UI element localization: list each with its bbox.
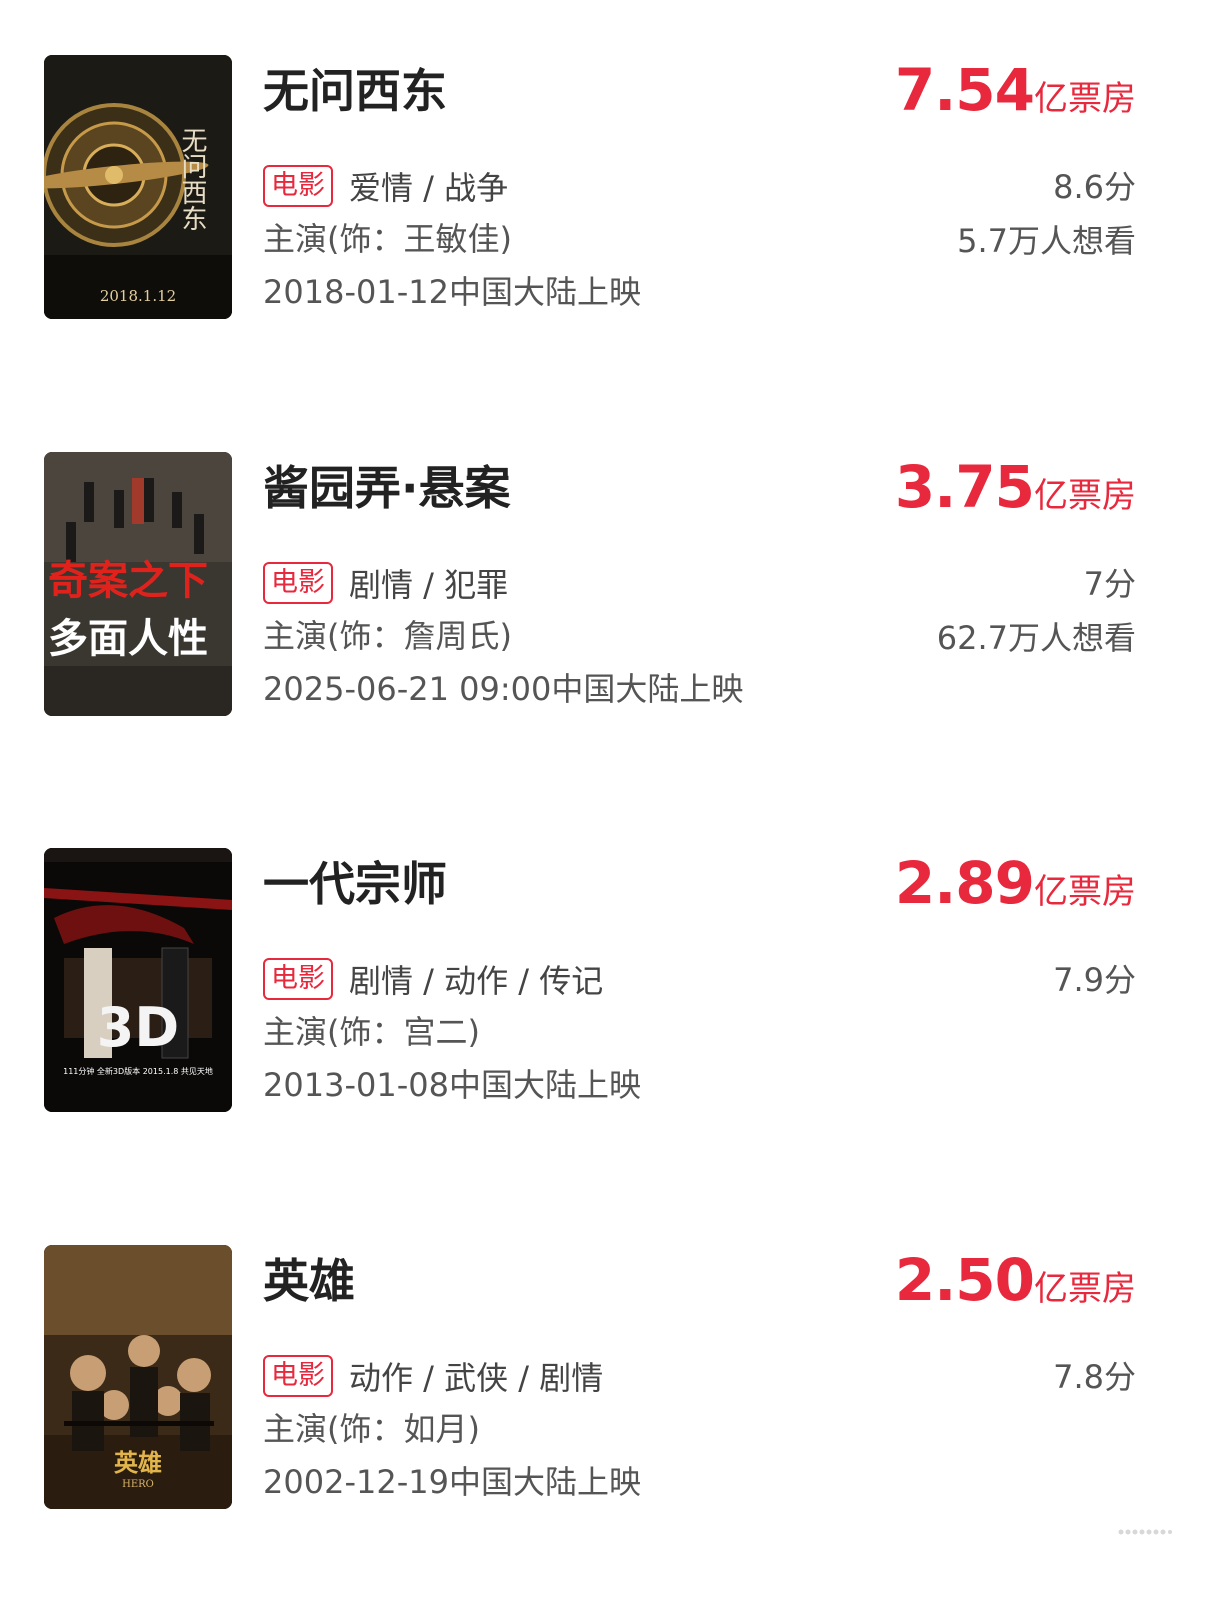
cast-role: 主演(饰：宫二) xyxy=(263,1013,480,1051)
want-to-watch-count: 5.7万人想看 xyxy=(957,222,1136,260)
cast-role: 主演(饰：王敏佳) xyxy=(263,220,512,258)
movie-card-2[interactable]: 奇案之下 多面人性 酱园弄·悬案 3.75亿票房 电影 剧情 / 犯罪 主演(饰… xyxy=(44,452,1136,716)
tag-row: 电影 剧情 / 犯罪 xyxy=(263,560,508,606)
movie-title[interactable]: 英雄 xyxy=(263,1251,355,1311)
poster-sub-text: HERO xyxy=(122,1479,154,1490)
type-badge: 电影 xyxy=(263,165,333,207)
type-badge: 电影 xyxy=(263,562,333,604)
box-office-unit: 亿票房 xyxy=(1034,872,1136,912)
scroll-indicator xyxy=(1118,1529,1172,1535)
score: 7.9分 xyxy=(1053,961,1136,999)
movie-title[interactable]: 酱园弄·悬案 xyxy=(263,458,510,518)
tag-row: 电影 动作 / 武侠 / 剧情 xyxy=(263,1353,603,1399)
release-info: 2025-06-21 09:00中国大陆上映 xyxy=(263,670,744,708)
cast-role: 主演(饰：詹周氏) xyxy=(263,617,512,655)
box-office-unit: 亿票房 xyxy=(1034,1269,1136,1309)
box-office: 2.50亿票房 xyxy=(895,1247,1136,1328)
movie-poster[interactable]: 无问西东 2018.1.12 xyxy=(44,55,232,319)
movie-card-1[interactable]: 无问西东 2018.1.12 无问西东 7.54亿票房 电影 爱情 / 战争 主… xyxy=(44,55,1136,319)
release-info: 2013-01-08中国大陆上映 xyxy=(263,1066,641,1104)
type-badge: 电影 xyxy=(263,958,333,1000)
tag-row: 电影 剧情 / 动作 / 传记 xyxy=(263,956,603,1002)
box-office: 3.75亿票房 xyxy=(895,454,1136,535)
movie-title[interactable]: 无问西东 xyxy=(263,61,447,121)
release-info: 2002-12-19中国大陆上映 xyxy=(263,1463,641,1501)
release-info: 2018-01-12中国大陆上映 xyxy=(263,273,641,311)
tag-row: 电影 爱情 / 战争 xyxy=(263,163,508,209)
poster-image-yingxiong: 英雄 HERO xyxy=(44,1245,232,1509)
poster-image-jiangyuannong: 奇案之下 多面人性 xyxy=(44,452,232,716)
score: 8.6分 xyxy=(1053,168,1136,206)
genres: 动作 / 武侠 / 剧情 xyxy=(349,1359,604,1397)
box-office: 2.89亿票房 xyxy=(895,850,1136,931)
box-office-unit: 亿票房 xyxy=(1034,476,1136,516)
movie-title[interactable]: 一代宗师 xyxy=(263,854,447,914)
box-office-value: 2.89 xyxy=(894,849,1035,917)
box-office-value: 3.75 xyxy=(894,453,1035,521)
want-to-watch-count: 62.7万人想看 xyxy=(936,619,1136,657)
movie-poster[interactable]: 英雄 HERO xyxy=(44,1245,232,1509)
poster-info-text: 111分钟 全新3D版本 2015.1.8 共见天地 xyxy=(63,1066,213,1076)
score: 7分 xyxy=(1083,565,1136,603)
poster-slogan-1: 奇案之下 xyxy=(48,558,208,604)
box-office-value: 2.50 xyxy=(894,1246,1035,1314)
poster-3d-text: 3D xyxy=(97,996,179,1059)
poster-image-yidaizongshi: 3D 111分钟 全新3D版本 2015.1.8 共见天地 xyxy=(44,848,232,1112)
poster-slogan-2: 多面人性 xyxy=(48,616,208,662)
movie-card-4[interactable]: 英雄 HERO 英雄 2.50亿票房 电影 动作 / 武侠 / 剧情 主演(饰：… xyxy=(44,1245,1136,1509)
movie-poster[interactable]: 3D 111分钟 全新3D版本 2015.1.8 共见天地 xyxy=(44,848,232,1112)
movie-card-3[interactable]: 3D 111分钟 全新3D版本 2015.1.8 共见天地 一代宗师 2.89亿… xyxy=(44,848,1136,1112)
genres: 剧情 / 动作 / 传记 xyxy=(349,962,604,1000)
poster-image-wuwenxidong: 无问西东 2018.1.12 xyxy=(44,55,232,319)
cast-role: 主演(饰：如月) xyxy=(263,1410,480,1448)
poster-title-text: 英雄 xyxy=(114,1448,162,1477)
score: 7.8分 xyxy=(1053,1358,1136,1396)
poster-date-text: 2018.1.12 xyxy=(100,287,176,305)
movie-poster[interactable]: 奇案之下 多面人性 xyxy=(44,452,232,716)
poster-title-text: 无问西东 xyxy=(177,127,207,231)
box-office-unit: 亿票房 xyxy=(1034,79,1136,119)
genres: 爱情 / 战争 xyxy=(349,169,509,207)
box-office-value: 7.54 xyxy=(894,56,1035,124)
box-office: 7.54亿票房 xyxy=(895,57,1136,138)
genres: 剧情 / 犯罪 xyxy=(349,566,509,604)
type-badge: 电影 xyxy=(263,1355,333,1397)
